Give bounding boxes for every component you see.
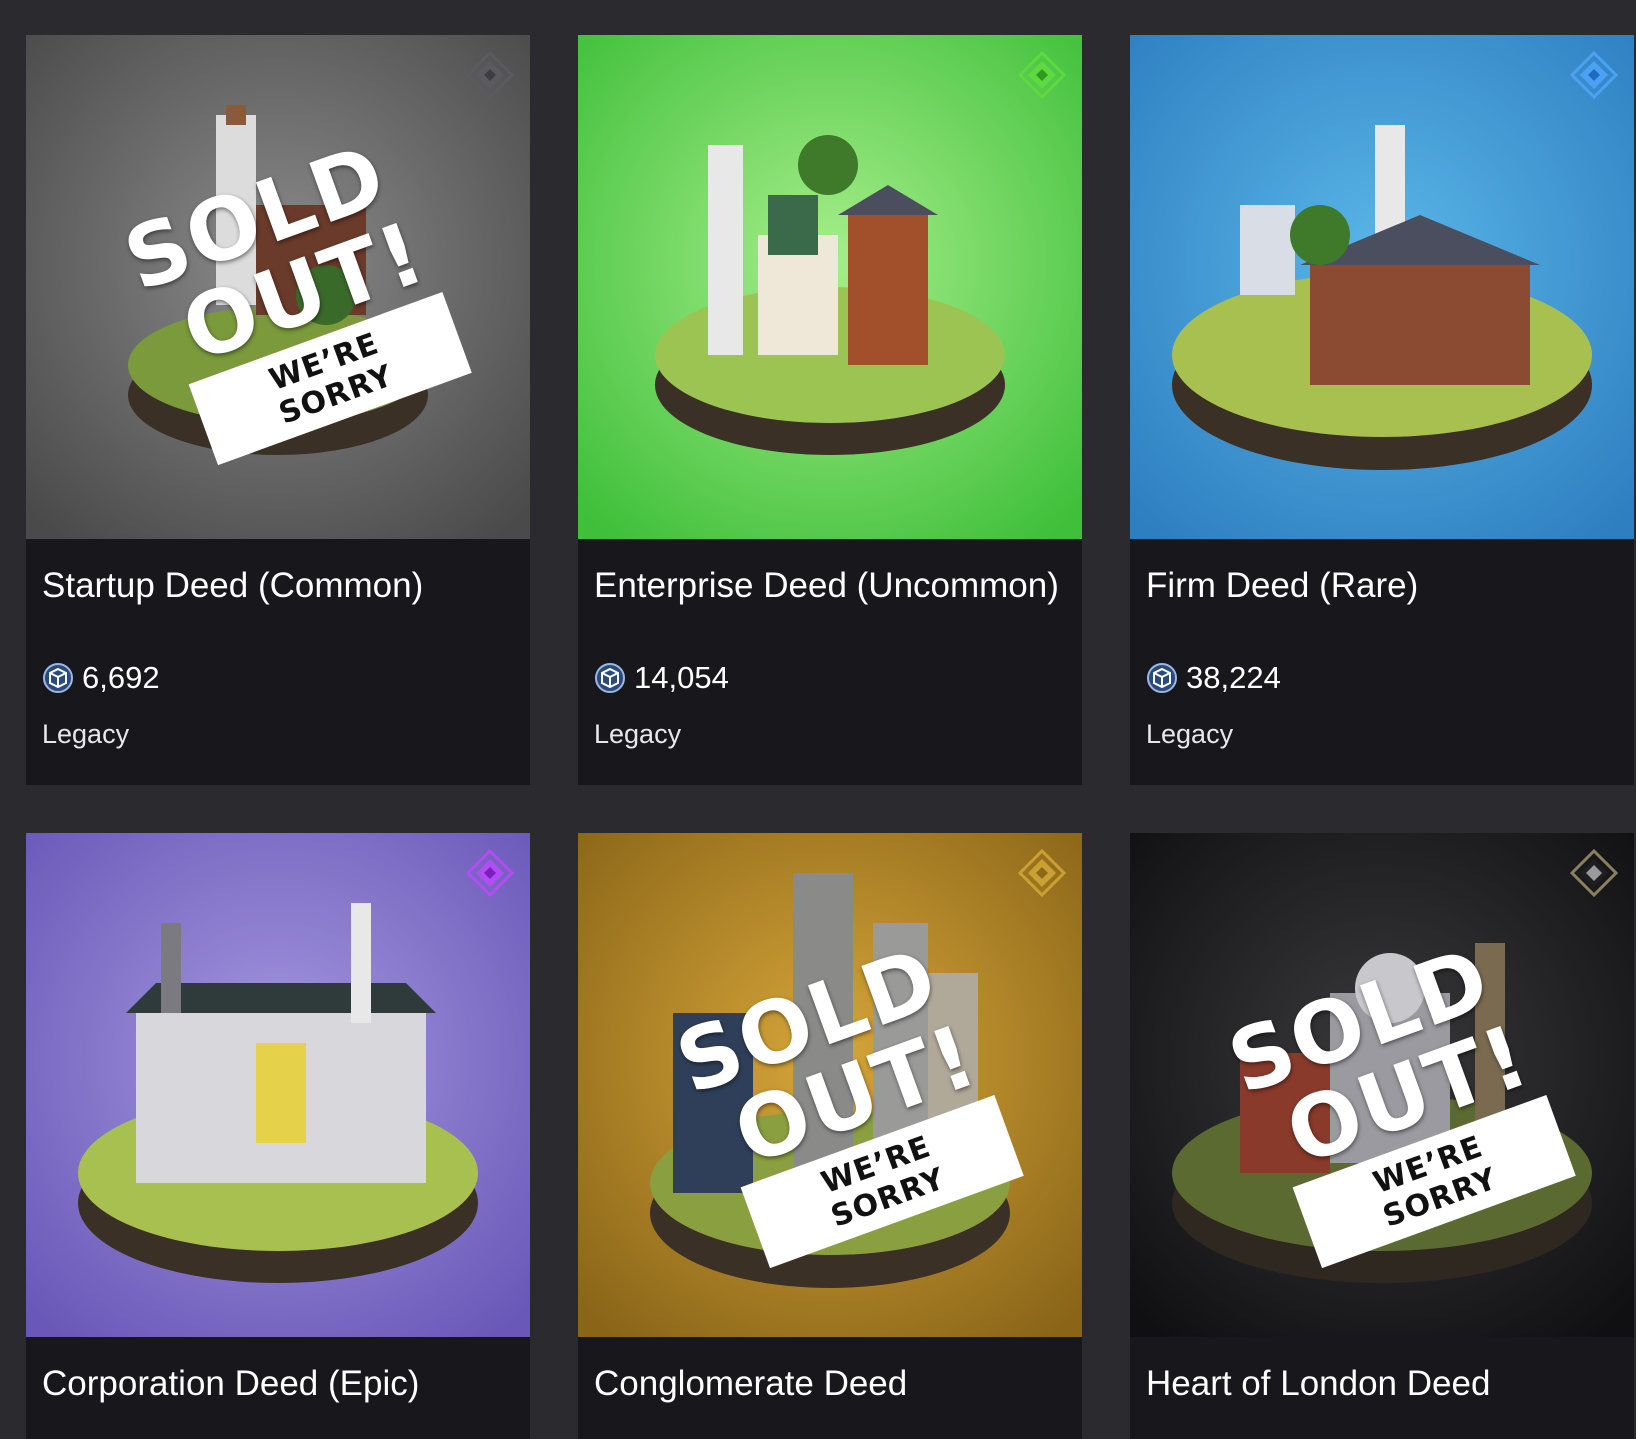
- island-image: [578, 35, 1082, 539]
- island-image: [26, 833, 530, 1337]
- deed-artwork: [578, 35, 1082, 539]
- deed-price: 38,224: [1186, 660, 1281, 695]
- deed-title: Firm Deed (Rare): [1146, 566, 1419, 605]
- price-row: 14,054: [594, 659, 1066, 697]
- deed-artwork: [26, 833, 530, 1337]
- deed-category: Legacy: [42, 719, 130, 749]
- island-image: [1130, 833, 1634, 1337]
- deed-card-startup[interactable]: SOLD OUT! WE’RE SORRY Startup Deed (Comm…: [26, 35, 530, 785]
- deed-category: Legacy: [594, 719, 682, 749]
- deed-artwork: [1130, 35, 1634, 539]
- price-row: 38,224: [1146, 659, 1618, 697]
- deed-price: 6,692: [82, 660, 160, 695]
- card-info: Firm Deed (Rare) 38,224 Legacy: [1130, 539, 1634, 750]
- card-info: Enterprise Deed (Uncommon) 14,054 Legacy: [578, 539, 1082, 750]
- deed-price: 14,054: [634, 660, 729, 695]
- deed-title: Enterprise Deed (Uncommon): [594, 566, 1059, 605]
- currency-cube-icon: [595, 663, 625, 693]
- deed-grid: SOLD OUT! WE’RE SORRY Startup Deed (Comm…: [26, 35, 1634, 1439]
- deed-card-corporation[interactable]: Corporation Deed (Epic): [26, 833, 530, 1439]
- currency-cube-icon: [1147, 663, 1177, 693]
- deed-title: Startup Deed (Common): [42, 566, 424, 605]
- island-image: [26, 35, 530, 539]
- card-info: Startup Deed (Common) 6,692 Legacy: [26, 539, 530, 750]
- deed-card-heart-of-london[interactable]: SOLD OUT! WE’RE SORRY Heart of London De…: [1130, 833, 1634, 1439]
- deed-category: Legacy: [1146, 719, 1234, 749]
- price-row: 6,692: [42, 659, 514, 697]
- deed-artwork: SOLD OUT! WE’RE SORRY: [578, 833, 1082, 1337]
- rarity-diamond-icon: [466, 849, 514, 897]
- rarity-diamond-icon: [466, 51, 514, 99]
- deed-artwork: SOLD OUT! WE’RE SORRY: [1130, 833, 1634, 1337]
- deed-card-conglomerate[interactable]: SOLD OUT! WE’RE SORRY Conglomerate Deed: [578, 833, 1082, 1439]
- rarity-diamond-icon: [1018, 849, 1066, 897]
- island-image: [578, 833, 1082, 1337]
- currency-cube-icon: [43, 663, 73, 693]
- deed-card-enterprise[interactable]: Enterprise Deed (Uncommon) 14,054 Legacy: [578, 35, 1082, 785]
- rarity-diamond-icon: [1018, 51, 1066, 99]
- deed-artwork: SOLD OUT! WE’RE SORRY: [26, 35, 530, 539]
- island-image: [1130, 35, 1634, 539]
- rarity-diamond-icon: [1570, 51, 1618, 99]
- deed-card-firm[interactable]: Firm Deed (Rare) 38,224 Legacy: [1130, 35, 1634, 785]
- rarity-diamond-icon: [1570, 849, 1618, 897]
